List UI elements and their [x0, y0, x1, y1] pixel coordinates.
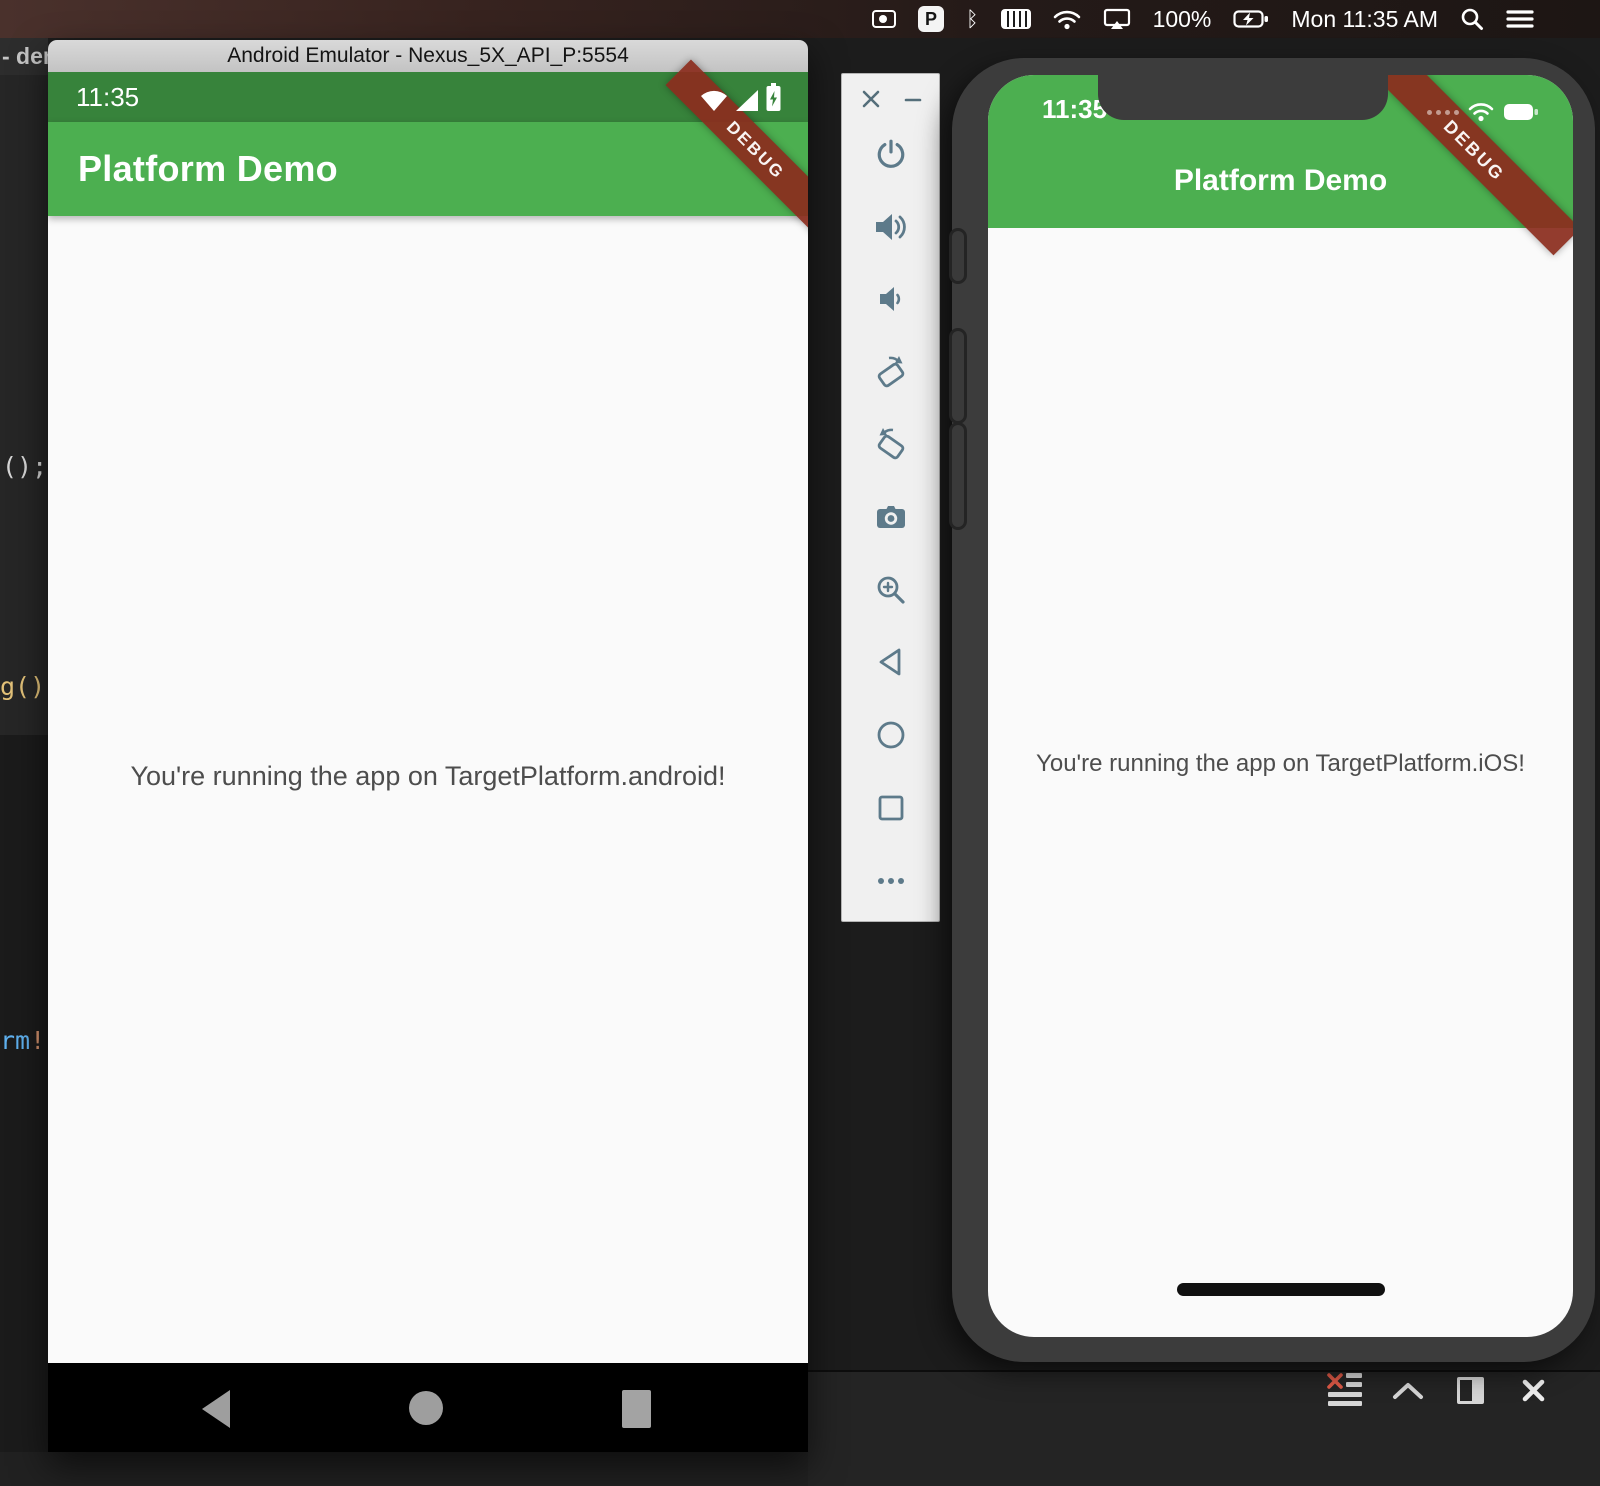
ios-screen: DEBUG 11:35 Platform Demo You're running… — [988, 75, 1573, 1337]
toolbar-back-icon[interactable] — [873, 644, 909, 680]
ios-simulator-frame: DEBUG 11:35 Platform Demo You're running… — [952, 58, 1595, 1362]
iphone-volume-up-button[interactable] — [949, 328, 967, 424]
desktop: P ᛒ 100% Mon 11:35 AM — [0, 0, 1600, 1486]
toolbar-minimize-icon[interactable] — [902, 88, 924, 110]
emulator-toolbar — [841, 73, 940, 922]
notification-list-icon[interactable] — [1506, 8, 1534, 30]
expand-console-icon[interactable] — [1391, 1381, 1425, 1401]
android-app-title: Platform Demo — [78, 148, 338, 190]
android-back-button[interactable] — [200, 1389, 232, 1429]
android-body-text: You're running the app on TargetPlatform… — [48, 761, 808, 792]
display-mirroring-icon[interactable] — [1103, 8, 1131, 30]
toolbar-overview-icon[interactable] — [873, 790, 909, 826]
screenshot-camera-icon[interactable] — [873, 499, 909, 535]
power-icon[interactable] — [873, 136, 909, 172]
toggle-panel-icon[interactable] — [1457, 1377, 1484, 1404]
iphone-volume-down-button[interactable] — [949, 422, 967, 530]
ios-cellular-icon — [1427, 110, 1459, 115]
emulator-window-title: Android Emulator - Nexus_5X_API_P:5554 — [227, 44, 629, 68]
menubar-clock[interactable]: Mon 11:35 AM — [1291, 6, 1438, 33]
android-wifi-icon — [699, 88, 729, 112]
android-appbar: Platform Demo — [48, 122, 808, 216]
ios-app-title: Platform Demo — [988, 164, 1573, 198]
code-fragment: (); — [2, 452, 50, 481]
android-emulator-window: Android Emulator - Nexus_5X_API_P:5554 1… — [48, 40, 808, 1452]
ios-battery-icon — [1503, 103, 1539, 121]
ide-window-title-fragment: - dem — [0, 38, 48, 75]
ios-status-time: 11:35 — [1042, 94, 1107, 125]
ios-home-indicator[interactable] — [1177, 1283, 1385, 1296]
parallels-app-icon[interactable]: P — [918, 6, 944, 32]
bluetooth-icon[interactable]: ᛒ — [966, 9, 979, 30]
android-statusbar: 11:35 DEBUG — [48, 72, 808, 122]
screen-record-icon[interactable] — [872, 10, 896, 28]
iphone-side-button[interactable] — [949, 228, 967, 284]
rotate-left-icon[interactable] — [873, 354, 909, 390]
battery-percent-label: 100% — [1153, 6, 1212, 33]
rotate-right-icon[interactable] — [873, 426, 909, 462]
toolbar-close-icon[interactable] — [860, 88, 882, 110]
android-status-time: 11:35 — [76, 72, 139, 122]
volume-down-icon[interactable] — [873, 281, 909, 317]
toolbar-home-icon[interactable] — [873, 717, 909, 753]
ios-wifi-icon — [1468, 102, 1494, 122]
close-panel-icon[interactable] — [1521, 1378, 1546, 1403]
keyboard-icon[interactable] — [1001, 9, 1031, 29]
android-cellular-icon — [734, 88, 760, 112]
code-fragment: g(); — [0, 672, 48, 701]
ide-editor-sliver — [0, 75, 48, 735]
ios-body-text: You're running the app on TargetPlatform… — [988, 750, 1573, 778]
toolbar-more-icon[interactable] — [873, 863, 909, 899]
android-home-button[interactable] — [409, 1391, 443, 1425]
ide-editor-sliver-lower — [0, 735, 48, 1452]
code-fragment: rm! — [0, 1026, 48, 1055]
volume-up-icon[interactable] — [873, 209, 909, 245]
battery-charging-icon[interactable] — [1233, 10, 1269, 28]
iphone-notch — [1098, 75, 1388, 120]
wifi-icon[interactable] — [1053, 8, 1081, 30]
android-battery-icon — [765, 82, 782, 112]
clear-console-icon[interactable] — [1326, 1372, 1364, 1408]
zoom-icon[interactable] — [873, 572, 909, 608]
android-recents-button[interactable] — [622, 1390, 651, 1428]
search-icon[interactable] — [1460, 7, 1484, 31]
macos-menubar: P ᛒ 100% Mon 11:35 AM — [0, 0, 1600, 38]
